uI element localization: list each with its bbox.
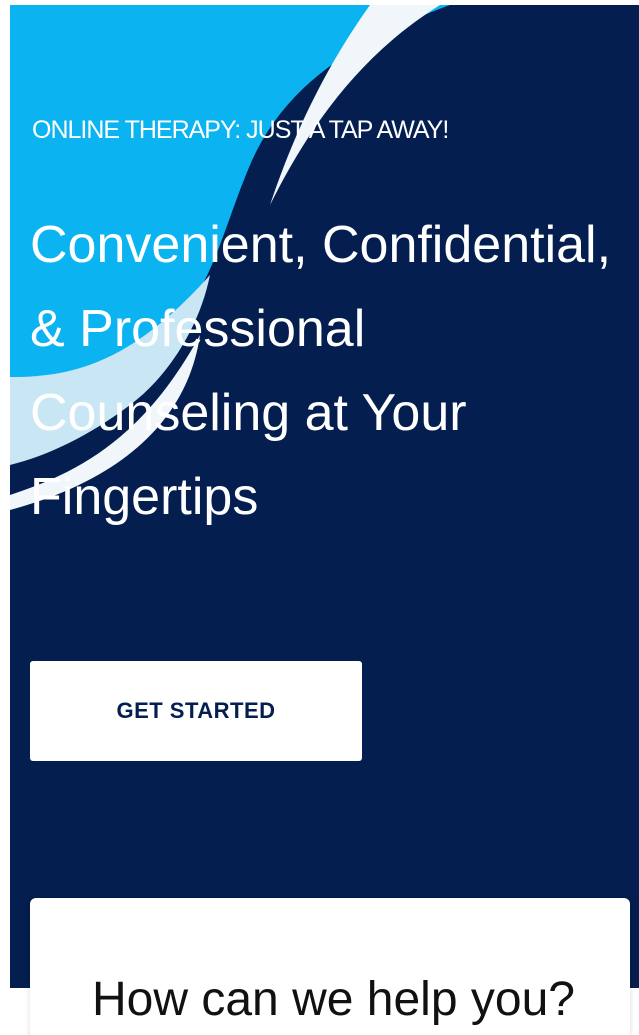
get-started-button[interactable]: GET STARTED <box>30 661 362 761</box>
page: ONLINE THERAPY: JUST A TAP AWAY! Conveni… <box>0 0 639 1035</box>
help-card: How can we help you? <box>30 898 630 1035</box>
hero-eyebrow: ONLINE THERAPY: JUST A TAP AWAY! <box>32 116 449 144</box>
help-card-title: How can we help you? <box>92 973 575 1026</box>
hero-section: ONLINE THERAPY: JUST A TAP AWAY! Conveni… <box>10 5 639 988</box>
hero-headline: Convenient, Confidential, & Professional… <box>30 216 612 526</box>
